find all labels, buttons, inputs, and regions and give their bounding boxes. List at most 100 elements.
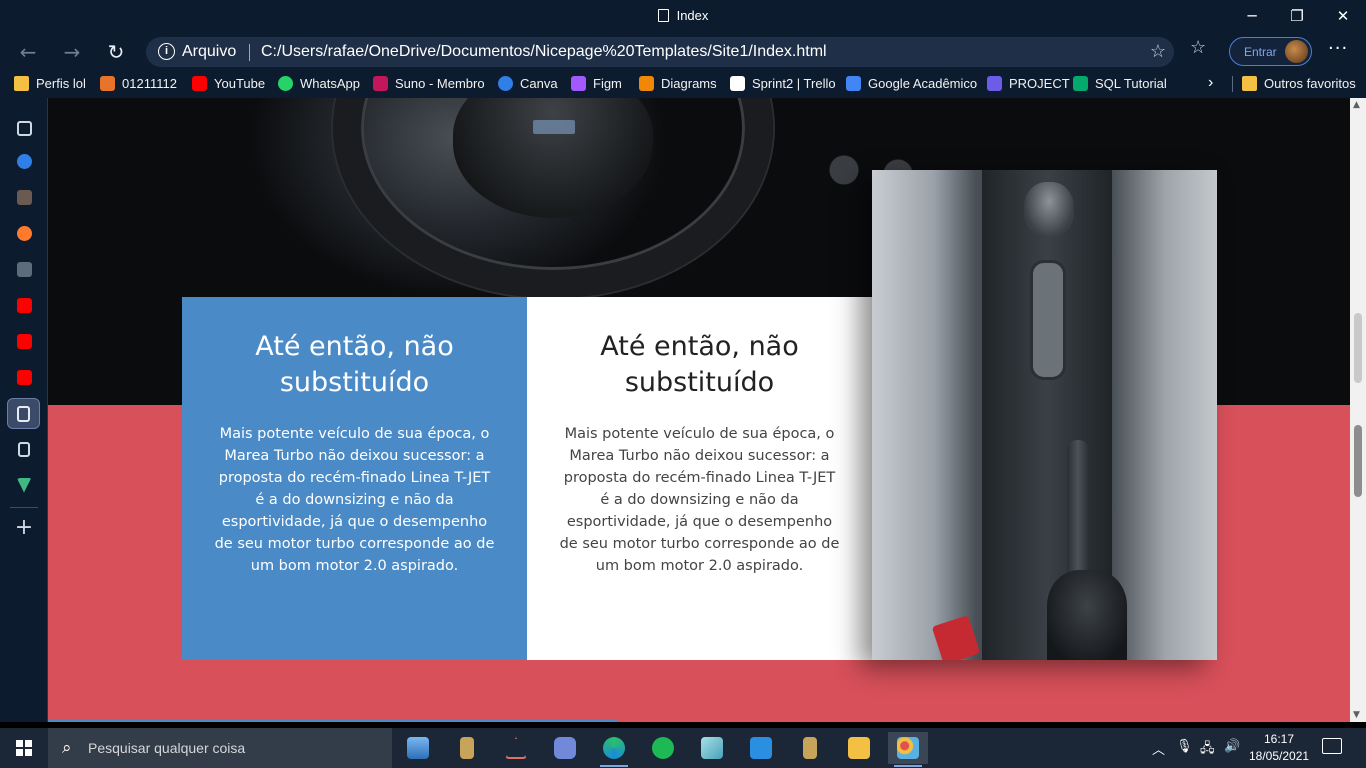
seat-belt-buckle (931, 615, 981, 660)
chevron-right-icon[interactable]: › (1208, 74, 1213, 92)
bookmark-label: Perfis lol (36, 76, 86, 91)
taskbar: ⌕ Pesquisar qualquer coisa ︿ 🎙 🖧 🔊 16:17… (0, 728, 1366, 768)
taskbar-app-pc[interactable] (398, 732, 438, 764)
notification-icon[interactable] (1322, 738, 1342, 754)
bookmark-item[interactable]: Suno - Membro (373, 76, 485, 91)
taskbar-app-triangle[interactable] (496, 732, 536, 764)
scholar-icon (846, 76, 861, 91)
sidebar-tab-active[interactable] (7, 398, 40, 429)
bookmark-label: Suno - Membro (395, 76, 485, 91)
sidebar-app-vue[interactable] (12, 473, 36, 497)
canva-icon (16, 153, 32, 169)
sidebar-app-canva[interactable] (12, 149, 36, 173)
microphone-icon[interactable]: 🎙 (1176, 739, 1193, 754)
bookmark-item[interactable]: PROJECT (987, 76, 1070, 91)
scrollbar-track-highlight (1354, 313, 1362, 383)
restore-button[interactable]: ❐ (1274, 0, 1320, 32)
info-icon[interactable]: i (158, 43, 175, 60)
url-text[interactable]: C:/Users/rafae/OneDrive/Documentos/Nicep… (261, 43, 827, 61)
add-icon[interactable]: + (12, 515, 36, 540)
bookmark-label: 01211112 (122, 76, 177, 91)
document-icon (18, 441, 30, 457)
bookmark-item[interactable]: 01211112 (100, 76, 177, 91)
other-favorites[interactable]: Outros favoritos (1242, 76, 1356, 91)
reload-button[interactable]: ↻ (100, 38, 132, 66)
sidebar-app-youtube[interactable] (12, 329, 36, 353)
folder-icon (14, 76, 29, 91)
whatsapp-icon (278, 76, 293, 91)
profile-signin-button[interactable]: Entrar (1229, 37, 1312, 66)
bookmark-label: PROJECT (1009, 76, 1070, 91)
scrollbar-thumb[interactable] (1354, 425, 1362, 497)
back-button[interactable]: ← (12, 38, 44, 66)
bookmark-label: YouTube (214, 76, 266, 91)
sidebar-app-page[interactable] (12, 257, 36, 281)
page-scrollbar[interactable]: ▲ ▼ (1350, 98, 1366, 722)
sidebar-app-firefox[interactable] (12, 221, 36, 245)
blue-accent-strip (48, 720, 618, 722)
bookmark-label: Sprint2 | Trello (752, 76, 836, 91)
bookmark-item[interactable]: Sprint2 | Trello (730, 76, 836, 91)
taskbar-app-explorer[interactable] (839, 732, 879, 764)
bookmark-item[interactable]: WhatsApp (278, 76, 360, 91)
address-divider (249, 44, 250, 61)
taskbar-app-edge[interactable] (594, 732, 634, 767)
other-favorites-label: Outros favoritos (1264, 76, 1356, 91)
taskbar-app-league[interactable] (790, 732, 830, 764)
notes-icon (701, 737, 723, 759)
suno-icon (373, 76, 388, 91)
taskbar-app-notes[interactable] (692, 732, 732, 764)
taskbar-app-spotify[interactable] (643, 732, 683, 764)
network-icon[interactable]: 🖧 (1200, 739, 1215, 761)
site-info-label[interactable]: Arquivo (182, 43, 236, 61)
firefox-icon (16, 225, 32, 241)
bookmark-label: Diagrams (661, 76, 717, 91)
bookmark-item[interactable]: Canva (498, 76, 558, 91)
sidebar-app-youtube[interactable] (12, 365, 36, 389)
sidebar-app-youtube[interactable] (12, 293, 36, 317)
hand-brake (1067, 440, 1089, 580)
favorites-icon[interactable]: ☆ (1190, 37, 1206, 58)
bookmark-label: WhatsApp (300, 76, 360, 91)
card-body: Mais potente veículo de sua época, o Mar… (214, 426, 495, 574)
close-button[interactable]: ✕ (1320, 0, 1366, 32)
star-add-icon[interactable]: ☆ (1150, 41, 1166, 62)
bookmark-item[interactable]: Diagrams (639, 76, 717, 91)
bookmark-item[interactable]: SQL Tutorial (1073, 76, 1167, 91)
vue-icon (16, 477, 32, 493)
page-viewport: Até então, não substituído Mais potente … (48, 98, 1350, 722)
sidebar-tab-document[interactable] (12, 437, 36, 461)
more-menu-icon[interactable]: ··· (1328, 38, 1348, 59)
forward-button[interactable]: → (56, 38, 88, 66)
trello-icon (730, 76, 745, 91)
volume-icon[interactable]: 🔊 (1224, 739, 1240, 754)
youtube-icon (16, 333, 32, 349)
bookmark-item[interactable]: Google Acadêmico (846, 76, 977, 91)
sidebar-app-news[interactable] (12, 116, 36, 140)
folder-icon (1242, 76, 1257, 91)
bookmark-item[interactable]: Figm (571, 76, 622, 91)
taskbar-search[interactable]: ⌕ Pesquisar qualquer coisa (48, 728, 392, 768)
feature-card-blue: Até então, não substituído Mais potente … (182, 297, 527, 660)
sidebar-app-site[interactable] (12, 185, 36, 209)
tab-title[interactable]: Index (0, 8, 1366, 23)
taskbar-app-paint[interactable] (888, 732, 928, 767)
start-button[interactable] (0, 728, 48, 768)
youtube-icon (16, 369, 32, 385)
clock[interactable]: 16:17 18/05/2021 (1249, 731, 1309, 765)
taskbar-app-league[interactable] (447, 732, 487, 764)
minimize-button[interactable]: ─ (1229, 0, 1275, 32)
avatar (1285, 40, 1308, 63)
scroll-up-icon[interactable]: ▲ (1353, 100, 1360, 110)
site-icon (100, 76, 115, 91)
discord-icon (554, 737, 576, 759)
bookmark-item[interactable]: Perfis lol (14, 76, 86, 91)
vscode-icon (750, 737, 772, 759)
scroll-down-icon[interactable]: ▼ (1353, 710, 1360, 720)
bookmark-item[interactable]: YouTube (192, 76, 265, 91)
bookmark-label: Canva (520, 76, 558, 91)
taskbar-app-discord[interactable] (545, 732, 585, 764)
chevron-up-icon[interactable]: ︿ (1152, 739, 1165, 758)
taskbar-app-vscode[interactable] (741, 732, 781, 764)
address-bar[interactable]: i Arquivo C:/Users/rafae/OneDrive/Docume… (146, 37, 1174, 67)
